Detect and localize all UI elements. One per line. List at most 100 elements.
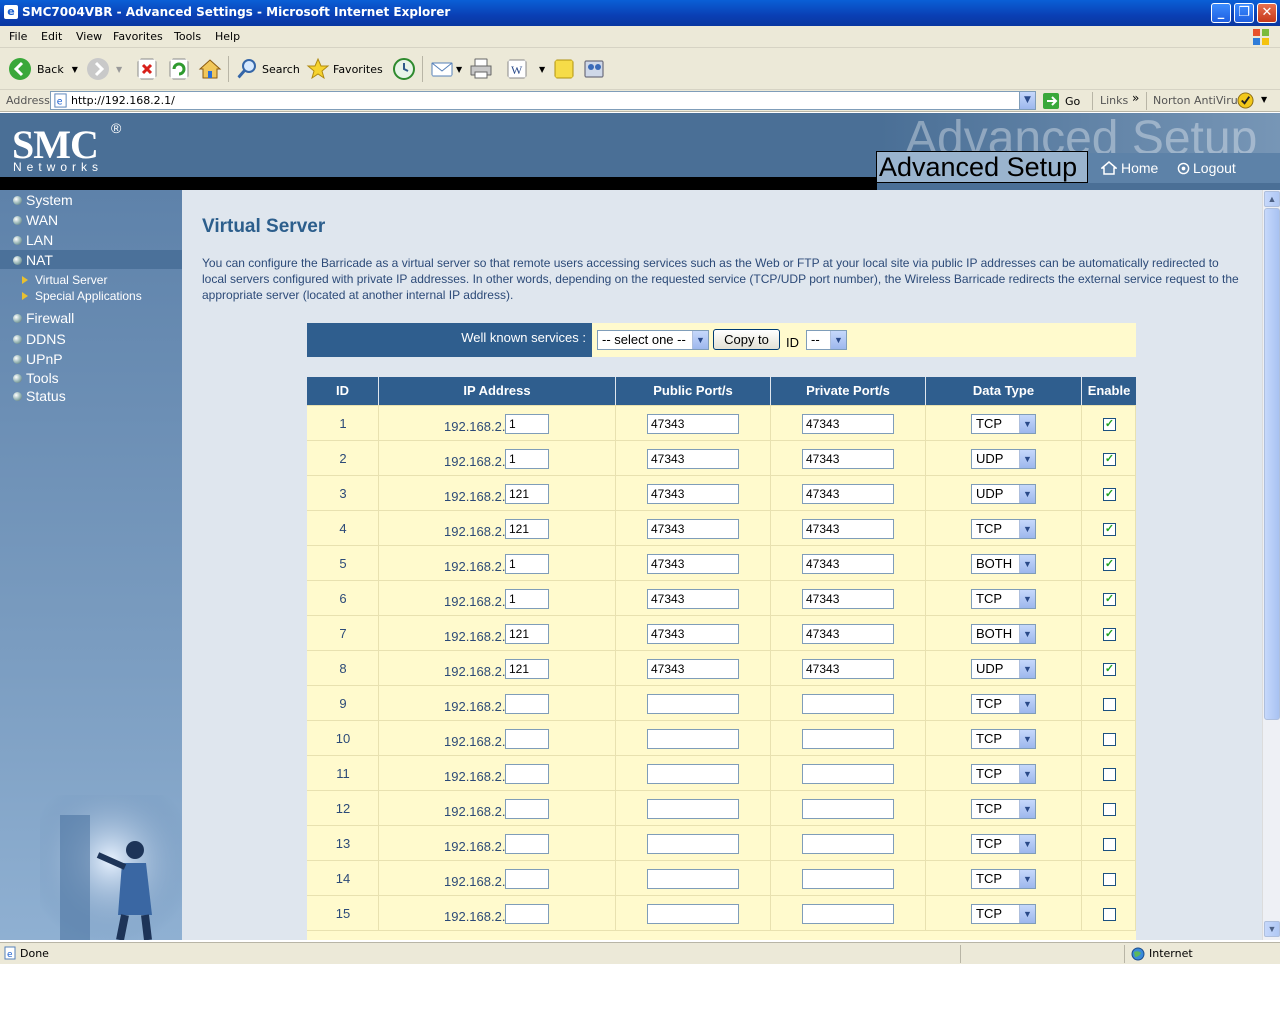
data-type-select[interactable]: BOTH ▼: [971, 624, 1036, 644]
data-type-select[interactable]: TCP ▼: [971, 764, 1036, 784]
home-button[interactable]: [198, 55, 222, 83]
data-type-select[interactable]: TCP ▼: [971, 799, 1036, 819]
public-port-input[interactable]: [647, 799, 739, 819]
maximize-button[interactable]: ❐: [1234, 3, 1254, 23]
menu-file[interactable]: File: [9, 30, 27, 43]
private-port-input[interactable]: [802, 694, 894, 714]
public-port-input[interactable]: [647, 729, 739, 749]
sidebar-item-upnp[interactable]: UPnP: [13, 351, 63, 367]
public-port-input[interactable]: 47343: [647, 624, 739, 644]
enable-checkbox[interactable]: ✓: [1103, 488, 1116, 501]
enable-checkbox[interactable]: [1103, 768, 1116, 781]
ip-host-input[interactable]: [505, 904, 549, 924]
menu-help[interactable]: Help: [215, 30, 240, 43]
private-port-input[interactable]: 47343: [802, 589, 894, 609]
refresh-button[interactable]: [167, 55, 191, 83]
ip-host-input[interactable]: 121: [505, 624, 549, 644]
data-type-select[interactable]: UDP ▼: [971, 449, 1036, 469]
data-type-select[interactable]: TCP ▼: [971, 904, 1036, 924]
public-port-input[interactable]: 47343: [647, 589, 739, 609]
vertical-scrollbar[interactable]: ▲ ▼: [1262, 190, 1280, 940]
public-port-input[interactable]: [647, 869, 739, 889]
public-port-input[interactable]: [647, 904, 739, 924]
data-type-select[interactable]: TCP ▼: [971, 414, 1036, 434]
ip-host-input[interactable]: 121: [505, 484, 549, 504]
search-button[interactable]: Search: [235, 55, 300, 83]
ip-host-input[interactable]: 1: [505, 589, 549, 609]
public-port-input[interactable]: [647, 834, 739, 854]
enable-checkbox[interactable]: ✓: [1103, 418, 1116, 431]
go-button[interactable]: Go: [1042, 92, 1080, 110]
data-type-select[interactable]: UDP ▼: [971, 484, 1036, 504]
menu-tools[interactable]: Tools: [174, 30, 201, 43]
ip-host-input[interactable]: 1: [505, 449, 549, 469]
scroll-thumb[interactable]: [1264, 208, 1280, 720]
links-button[interactable]: Links: [1100, 94, 1128, 107]
ip-host-input[interactable]: 121: [505, 519, 549, 539]
private-port-input[interactable]: [802, 904, 894, 924]
messenger-button[interactable]: [582, 55, 606, 83]
data-type-select[interactable]: TCP ▼: [971, 729, 1036, 749]
private-port-input[interactable]: 47343: [802, 554, 894, 574]
mail-dropdown-icon[interactable]: ▼: [456, 65, 462, 74]
public-port-input[interactable]: 47343: [647, 449, 739, 469]
service-select[interactable]: -- select one -- ▼: [597, 330, 709, 350]
ip-host-input[interactable]: [505, 694, 549, 714]
sidebar-item-wan[interactable]: WAN: [13, 212, 58, 228]
enable-checkbox[interactable]: ✓: [1103, 663, 1116, 676]
data-type-select[interactable]: TCP ▼: [971, 589, 1036, 609]
public-port-input[interactable]: [647, 764, 739, 784]
enable-checkbox[interactable]: [1103, 803, 1116, 816]
ip-host-input[interactable]: [505, 764, 549, 784]
print-button[interactable]: [469, 55, 493, 83]
enable-checkbox[interactable]: ✓: [1103, 523, 1116, 536]
ip-host-input[interactable]: [505, 834, 549, 854]
address-input[interactable]: e http://192.168.2.1/ ▼: [50, 91, 1036, 110]
data-type-select[interactable]: TCP ▼: [971, 834, 1036, 854]
close-button[interactable]: ✕: [1257, 3, 1277, 23]
private-port-input[interactable]: 47343: [802, 519, 894, 539]
id-select[interactable]: -- ▼: [806, 330, 847, 350]
enable-checkbox[interactable]: [1103, 873, 1116, 886]
mail-button[interactable]: ▼: [430, 55, 462, 83]
sidebar-subitem-special-applications[interactable]: Special Applications: [22, 289, 142, 303]
data-type-select[interactable]: BOTH ▼: [971, 554, 1036, 574]
private-port-input[interactable]: [802, 729, 894, 749]
forward-button[interactable]: ▼: [86, 55, 122, 83]
back-dropdown-icon[interactable]: ▼: [72, 65, 78, 74]
copy-to-button[interactable]: Copy to: [713, 329, 780, 350]
private-port-input[interactable]: [802, 869, 894, 889]
address-dropdown-icon[interactable]: ▼: [1019, 92, 1035, 109]
stop-button[interactable]: [135, 55, 159, 83]
norton-dropdown-icon[interactable]: ▼: [1261, 95, 1267, 104]
data-type-select[interactable]: TCP ▼: [971, 694, 1036, 714]
data-type-select[interactable]: UDP ▼: [971, 659, 1036, 679]
private-port-input[interactable]: [802, 799, 894, 819]
private-port-input[interactable]: [802, 764, 894, 784]
enable-checkbox[interactable]: ✓: [1103, 593, 1116, 606]
ip-host-input[interactable]: 1: [505, 414, 549, 434]
public-port-input[interactable]: 47343: [647, 414, 739, 434]
favorites-button[interactable]: Favorites: [306, 55, 383, 83]
public-port-input[interactable]: 47343: [647, 519, 739, 539]
sidebar-item-status[interactable]: Status: [13, 388, 66, 404]
menu-favorites[interactable]: Favorites: [113, 30, 163, 43]
minimize-button[interactable]: _: [1211, 3, 1231, 23]
ip-host-input[interactable]: [505, 729, 549, 749]
edit-button[interactable]: W ▼: [505, 55, 545, 83]
private-port-input[interactable]: 47343: [802, 484, 894, 504]
sidebar-subitem-virtual-server[interactable]: Virtual Server: [22, 273, 107, 287]
scroll-down-icon[interactable]: ▼: [1264, 921, 1280, 937]
private-port-input[interactable]: 47343: [802, 624, 894, 644]
ip-host-input[interactable]: [505, 799, 549, 819]
public-port-input[interactable]: [647, 694, 739, 714]
edit-dropdown-icon[interactable]: ▼: [539, 65, 545, 74]
public-port-input[interactable]: 47343: [647, 484, 739, 504]
sidebar-item-nat[interactable]: NAT: [13, 252, 53, 268]
ip-host-input[interactable]: 1: [505, 554, 549, 574]
enable-checkbox[interactable]: ✓: [1103, 628, 1116, 641]
enable-checkbox[interactable]: [1103, 698, 1116, 711]
data-type-select[interactable]: TCP ▼: [971, 869, 1036, 889]
sidebar-item-lan[interactable]: LAN: [13, 232, 53, 248]
private-port-input[interactable]: 47343: [802, 659, 894, 679]
